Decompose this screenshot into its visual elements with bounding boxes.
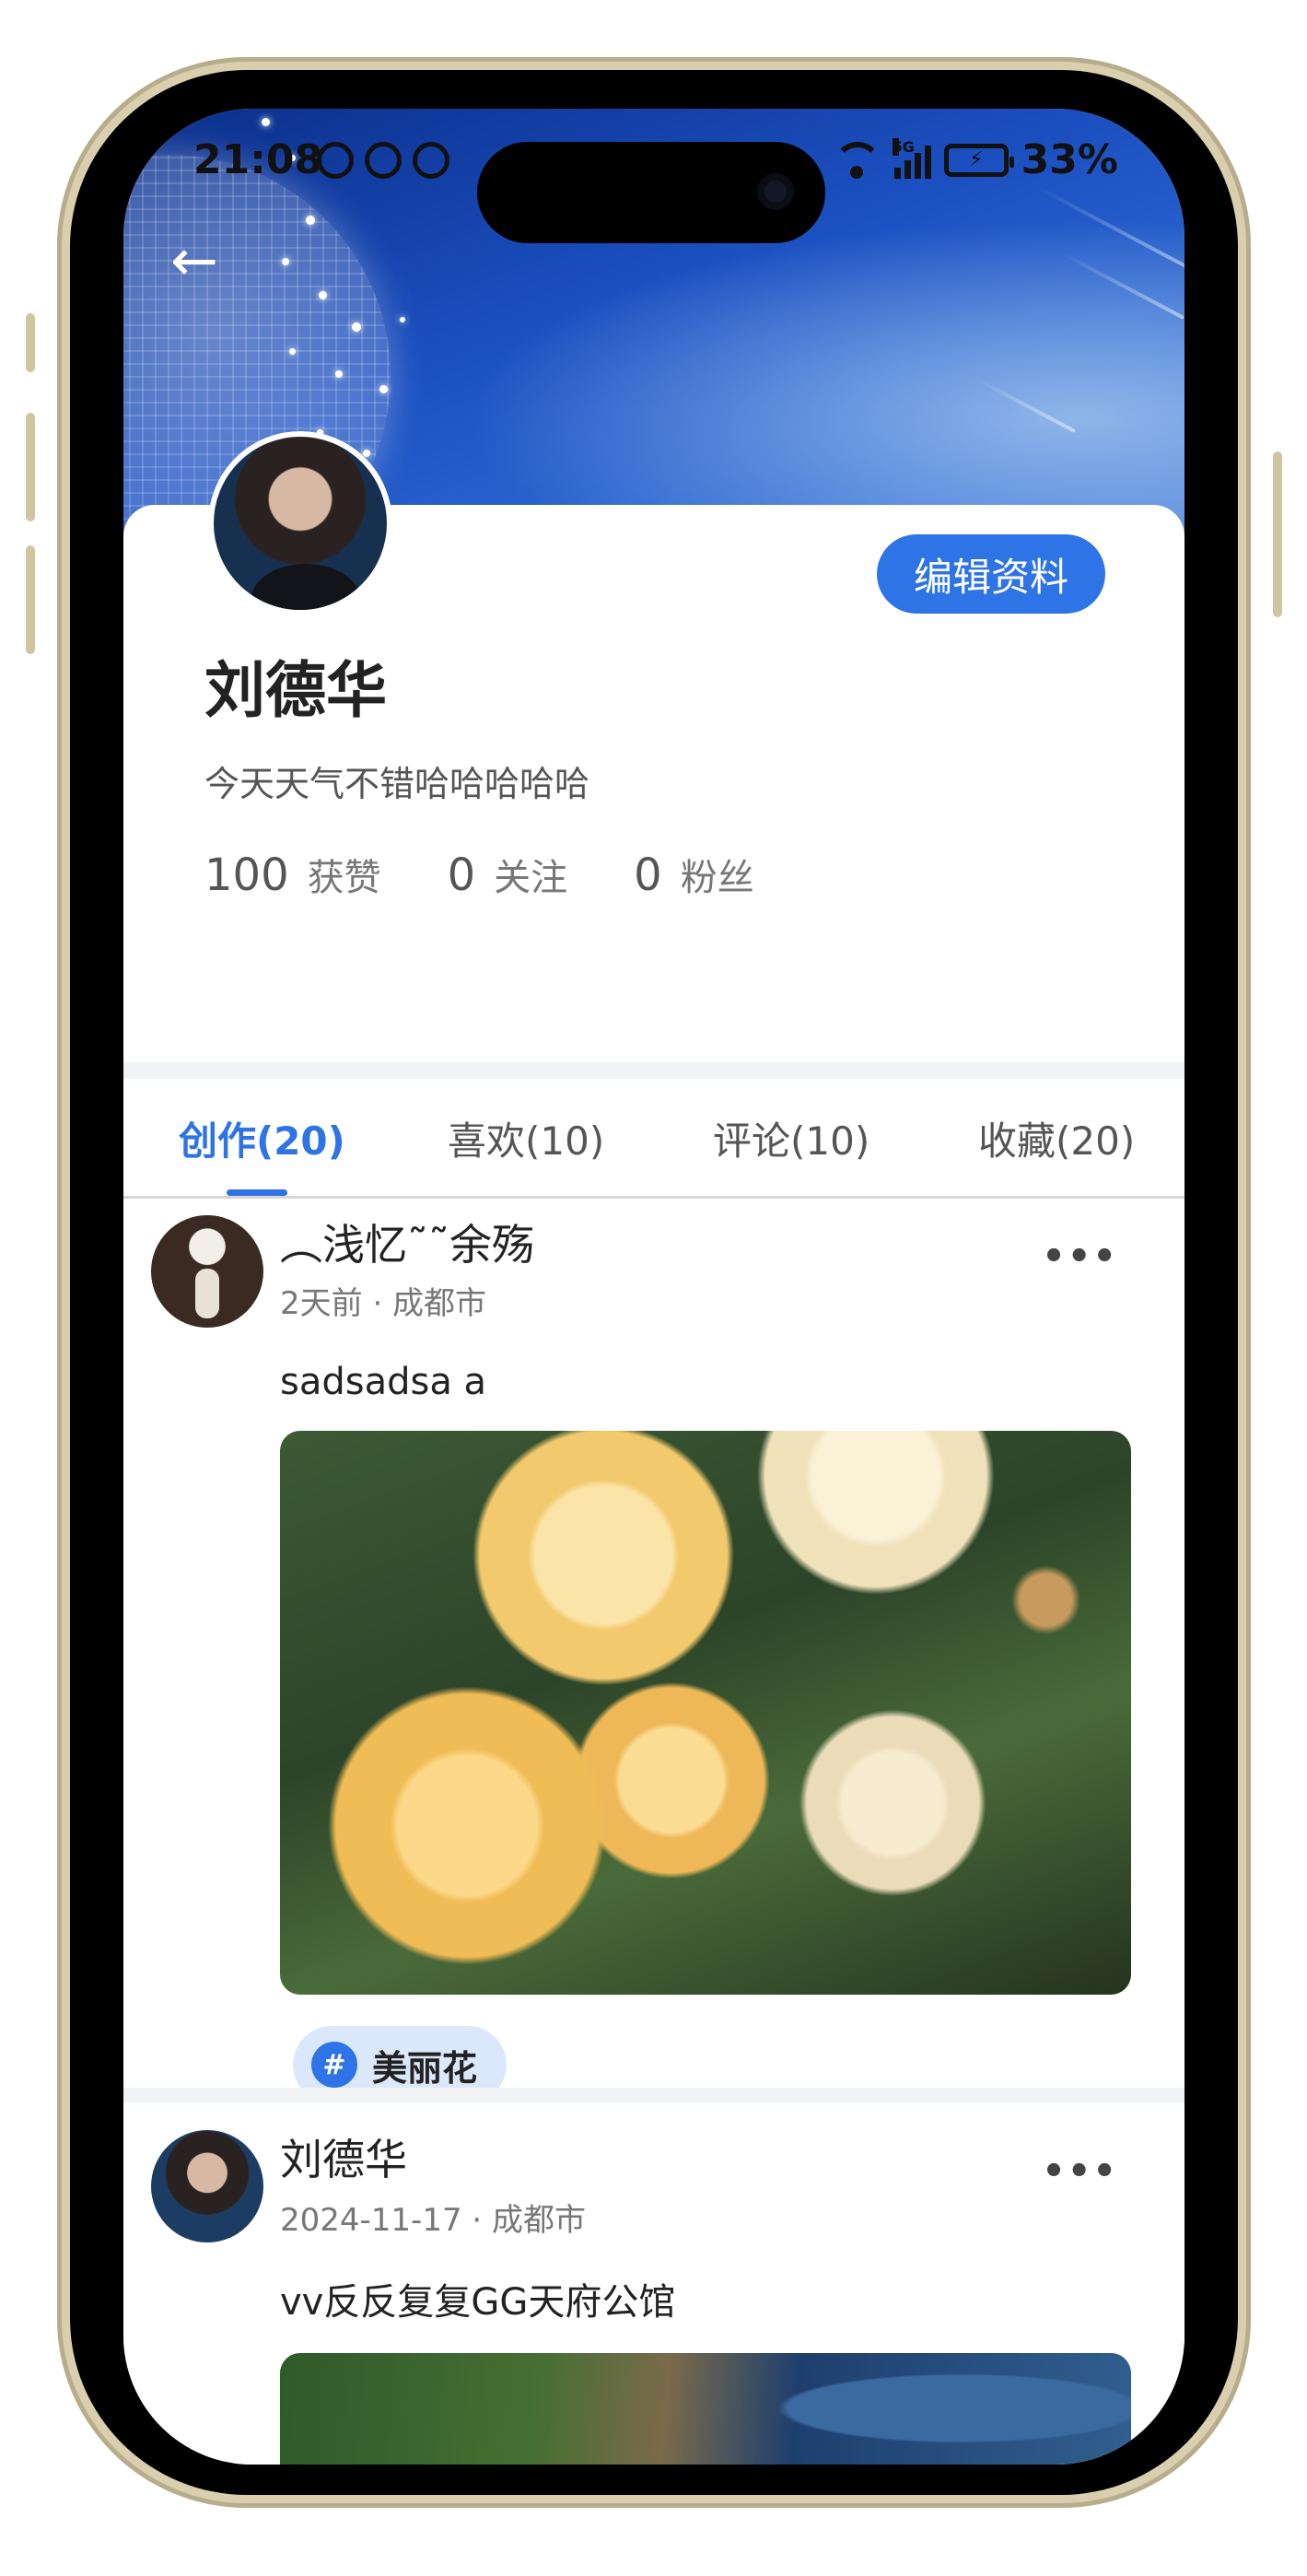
back-arrow-icon[interactable]: ← [162, 228, 227, 293]
battery-icon: ⚡ [943, 143, 1014, 177]
star-dot [306, 216, 315, 225]
star-dot [352, 322, 361, 332]
light-streak [1060, 252, 1184, 320]
post-separator [123, 2088, 1184, 2102]
more-options-icon[interactable]: ••• [1042, 2150, 1118, 2193]
edit-profile-button[interactable]: 编辑资料 [877, 534, 1105, 614]
topic-name: 美丽花 [372, 2047, 478, 2089]
tab-creations[interactable]: 创作(20) [179, 1110, 345, 1166]
star-dot [335, 370, 343, 378]
star-dot [319, 291, 327, 299]
network-type: 5G [892, 137, 915, 156]
action-button [26, 313, 35, 372]
profile-avatar[interactable] [208, 431, 392, 615]
dynamic-island [477, 142, 825, 243]
stat-value: 0 [447, 849, 476, 901]
post-author-avatar[interactable] [151, 2130, 263, 2242]
profile-name: 刘德华 [204, 655, 387, 726]
status-time: 21:08 [193, 136, 323, 183]
star-dot [282, 258, 289, 265]
post-author-name[interactable]: 刘德华 [280, 2126, 407, 2187]
star-dot [379, 385, 388, 393]
stat-label: 关注 [494, 857, 568, 899]
light-streak [976, 378, 1076, 433]
post-meta: 2024-11-17 · 成都市 [280, 2202, 587, 2239]
volume-up-button [26, 413, 35, 521]
star-dot [363, 450, 370, 457]
post-author-avatar[interactable] [151, 1215, 263, 1328]
stat-value: 100 [204, 849, 289, 901]
profile-stats: 100 获赞 0 关注 0 粉丝 [204, 848, 821, 901]
stat-label: 获赞 [307, 857, 381, 899]
tab-favorites[interactable]: 收藏(20) [978, 1110, 1135, 1166]
star-dot [400, 317, 405, 322]
eye-icon [317, 142, 354, 179]
stat-likes-received[interactable]: 100 获赞 [204, 848, 381, 901]
post-image[interactable] [280, 2353, 1131, 2465]
cellular-signal-icon: 5G [892, 137, 931, 179]
tab-likes[interactable]: 喜欢(10) [448, 1110, 604, 1166]
wifi-icon [833, 141, 881, 179]
screen: 21:08 5G ⚡ 33% ← 编辑资料 刘德华 今天天气不错哈哈哈哈哈 10… [123, 109, 1184, 2465]
status-icons-left [317, 142, 449, 179]
star-dot [262, 118, 270, 126]
stat-label: 粉丝 [680, 857, 754, 899]
post-text: vv反反复复GG天府公馆 [280, 2281, 676, 2324]
post-author-name[interactable]: ︵浅忆˜˜余殇 [280, 1212, 534, 1272]
star-dot [289, 348, 296, 355]
section-divider [123, 1062, 1184, 1079]
content-tabs: 创作(20) 喜欢(10) 评论(10) 收藏(20) [123, 1079, 1184, 1199]
alarm-icon [365, 142, 402, 179]
tab-comments[interactable]: 评论(10) [713, 1110, 869, 1166]
post-meta: 2天前 · 成都市 [280, 1285, 487, 1322]
stat-following[interactable]: 0 关注 [448, 848, 568, 901]
camera-icon [757, 173, 794, 210]
post-text: sadsadsa a [280, 1361, 487, 1403]
volume-down-button [26, 545, 35, 654]
face-icon [413, 142, 449, 179]
post-image[interactable] [280, 1431, 1131, 1995]
profile-bio: 今天天气不错哈哈哈哈哈 [204, 764, 590, 804]
status-icons-right: 5G ⚡ 33% [833, 136, 1118, 183]
active-tab-indicator [227, 1189, 287, 1196]
post-card: 刘德华 2024-11-17 · 成都市 ••• vv反反复复GG天府公馆 [123, 2102, 1184, 2465]
stat-followers[interactable]: 0 粉丝 [634, 848, 754, 901]
battery-percent: 33% [1021, 136, 1118, 183]
hashtag-icon: # [311, 2042, 357, 2088]
post-card: ︵浅忆˜˜余殇 2天前 · 成都市 ••• sadsadsa a # 美丽花 0… [123, 1199, 1184, 2198]
more-options-icon[interactable]: ••• [1042, 1235, 1118, 1278]
stat-value: 0 [634, 849, 662, 901]
power-button [1273, 451, 1282, 617]
